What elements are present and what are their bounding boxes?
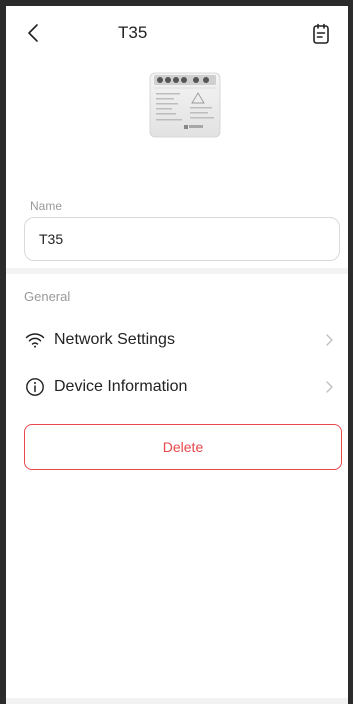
chevron-right-icon [326, 334, 333, 346]
wifi-icon [24, 330, 46, 350]
network-settings-label: Network Settings [54, 331, 175, 348]
section-title-general: General [24, 289, 71, 304]
log-document-icon [313, 23, 329, 44]
chevron-right-icon [326, 381, 333, 393]
device-information-item[interactable]: Device Information [6, 365, 348, 409]
network-settings-item[interactable]: Network Settings [6, 318, 348, 362]
app-screen: T35 Name T35 General Network Settings De… [0, 0, 353, 704]
delete-device-button[interactable]: Delete [24, 424, 342, 470]
device-image [146, 69, 224, 143]
chevron-left-icon [28, 24, 38, 42]
top-bar: T35 [6, 6, 348, 60]
back-button[interactable] [18, 18, 48, 48]
section-divider [6, 268, 348, 274]
name-field-label: Name [30, 199, 63, 213]
device-name-input[interactable] [24, 217, 340, 261]
page-title: T35 [118, 23, 148, 42]
device-information-label: Device Information [54, 378, 188, 395]
info-circle-icon [24, 377, 46, 397]
bottom-bar [6, 698, 348, 704]
device-log-button[interactable] [306, 19, 336, 49]
smart-relay-device-image [149, 72, 221, 138]
